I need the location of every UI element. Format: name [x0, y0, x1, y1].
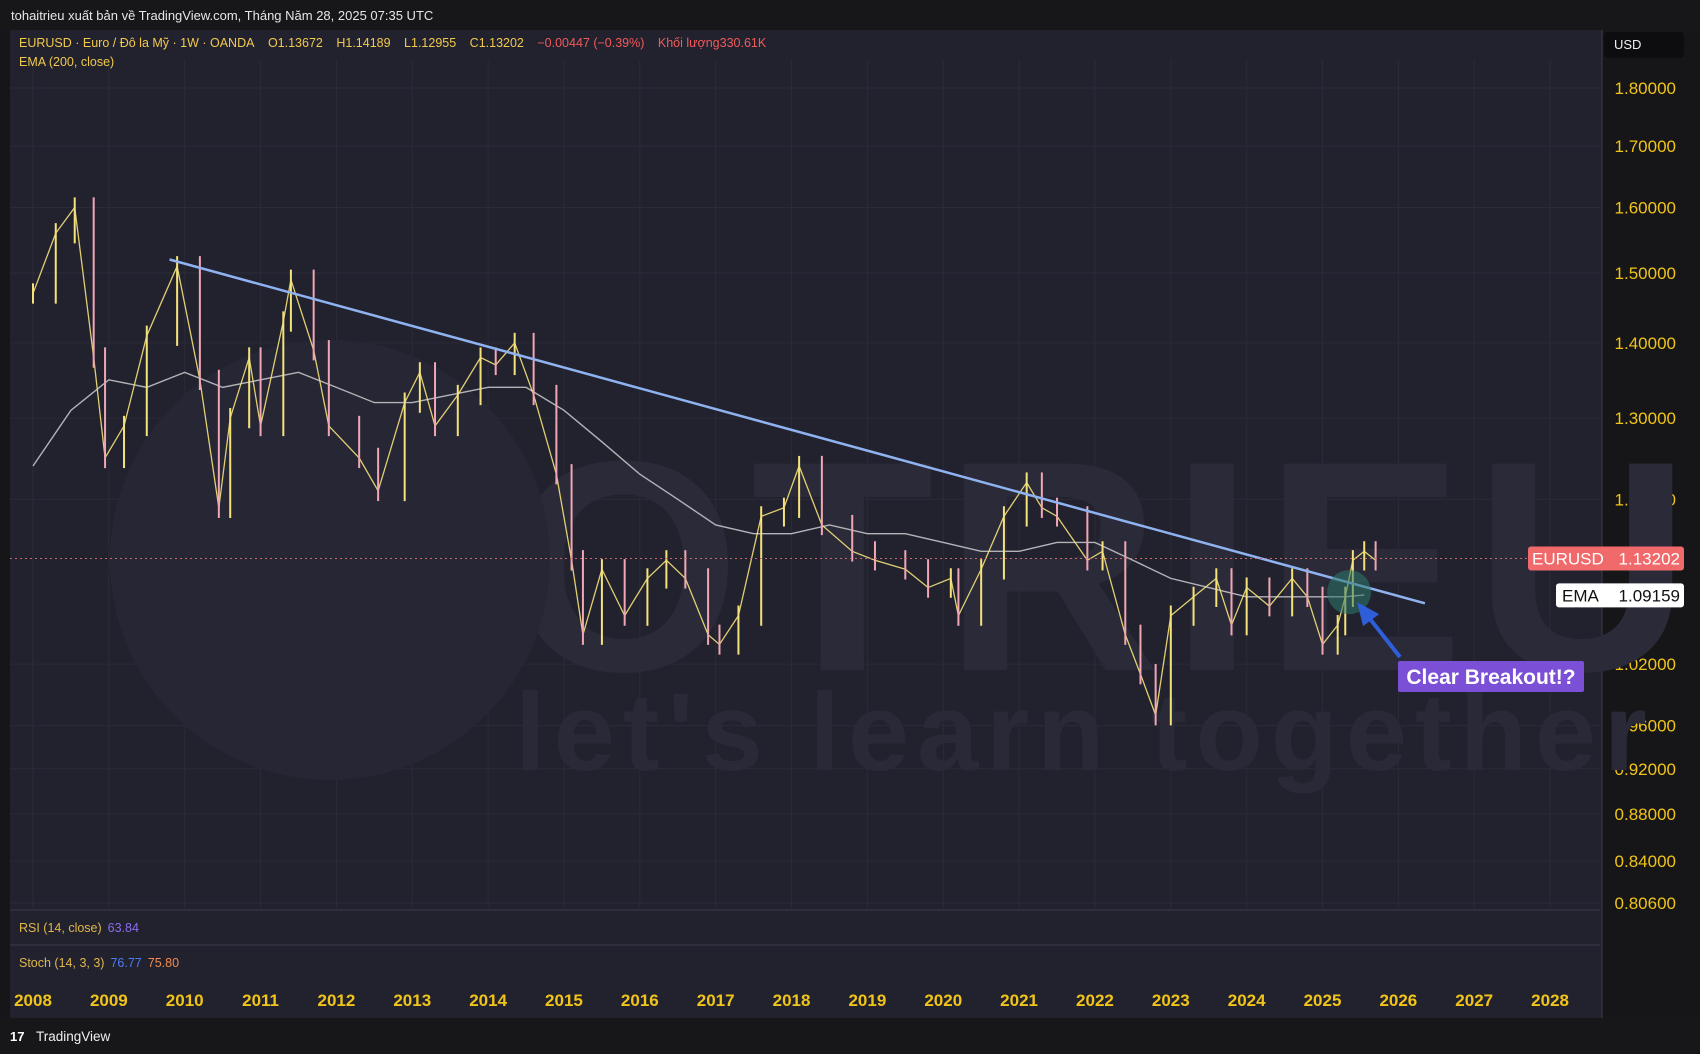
x-tick-label: 2010	[166, 991, 204, 1010]
stoch-k-value: 76.77	[110, 956, 142, 970]
x-tick-label: 2026	[1379, 991, 1417, 1010]
stoch-label: Stoch (14, 3, 3)	[19, 956, 105, 970]
x-tick-label: 2011	[242, 991, 279, 1010]
symbol-legend: EURUSD · Euro / Đô la Mỹ · 1W · OANDA O1…	[19, 36, 776, 50]
x-tick-label: 2014	[469, 991, 507, 1010]
stoch-legend[interactable]: Stoch (14, 3, 3) 76.77 75.80	[19, 956, 179, 970]
x-tick-label: 2013	[393, 991, 431, 1010]
x-tick-label: 2016	[621, 991, 659, 1010]
x-tick-label: 2021	[1000, 991, 1038, 1010]
x-tick-label: 2009	[90, 991, 128, 1010]
y-tick-label: 1.50000	[1615, 264, 1676, 283]
symbol-title[interactable]: EURUSD · Euro / Đô la Mỹ · 1W · OANDA	[19, 36, 254, 50]
x-tick-label: 2023	[1152, 991, 1190, 1010]
x-tick-label: 2015	[545, 991, 583, 1010]
x-tick-label: 2012	[318, 991, 356, 1010]
y-tick-label: 1.70000	[1615, 137, 1676, 156]
y-tick-label: 0.80600	[1615, 894, 1676, 913]
y-tick-label: 0.88000	[1615, 805, 1676, 824]
footer-bar: 17 TradingView	[0, 1018, 1700, 1054]
eurusd-tag-name: EURUSD	[1532, 549, 1604, 568]
stoch-d-value: 75.80	[147, 956, 180, 970]
x-tick-label: 2017	[697, 991, 735, 1010]
x-tick-label: 2027	[1455, 991, 1493, 1010]
y-tick-label: 1.40000	[1615, 334, 1676, 353]
rsi-label: RSI (14, close)	[19, 921, 102, 935]
x-tick-label: 2022	[1076, 991, 1114, 1010]
volume-value: Khối lượng330.61K	[657, 36, 767, 50]
x-tick-label: 2028	[1531, 991, 1569, 1010]
low-value: L1.12955	[404, 36, 457, 50]
x-tick-label: 2018	[773, 991, 811, 1010]
x-tick-label: 2025	[1304, 991, 1342, 1010]
x-tick-label: 2008	[14, 991, 52, 1010]
annotation-text: Clear Breakout!?	[1406, 666, 1575, 689]
high-value: H1.14189	[336, 36, 391, 50]
y-tick-label: 1.80000	[1615, 79, 1676, 98]
ema-tag-name: EMA	[1562, 586, 1600, 605]
close-value: C1.13202	[469, 36, 524, 50]
eurusd-tag-value: 1.13202	[1619, 549, 1680, 568]
watermark-logo-icon	[110, 340, 550, 780]
x-tick-label: 2024	[1228, 991, 1266, 1010]
currency-selector[interactable]: USD	[1604, 32, 1684, 58]
rsi-value: 63.84	[107, 921, 139, 935]
y-tick-label: 0.84000	[1615, 852, 1676, 871]
y-tick-label: 1.60000	[1615, 198, 1676, 217]
footer-brand[interactable]: TradingView	[36, 1029, 110, 1044]
tradingview-logo-icon[interactable]: 17	[10, 1029, 24, 1044]
price-chart[interactable]: 2008 2009 2010 2011 2012 2013 2014 2015 2016 2017…	[0, 0, 1700, 1054]
open-value: O1.13672	[267, 36, 323, 50]
change-value: −0.00447 (−0.39%)	[537, 36, 645, 50]
ema-tag-value: 1.09159	[1619, 586, 1680, 605]
x-tick-label: 2020	[924, 991, 962, 1010]
x-tick-label: 2019	[848, 991, 886, 1010]
ema-legend[interactable]: EMA (200, close)	[19, 55, 114, 69]
rsi-legend[interactable]: RSI (14, close) 63.84	[19, 921, 139, 935]
